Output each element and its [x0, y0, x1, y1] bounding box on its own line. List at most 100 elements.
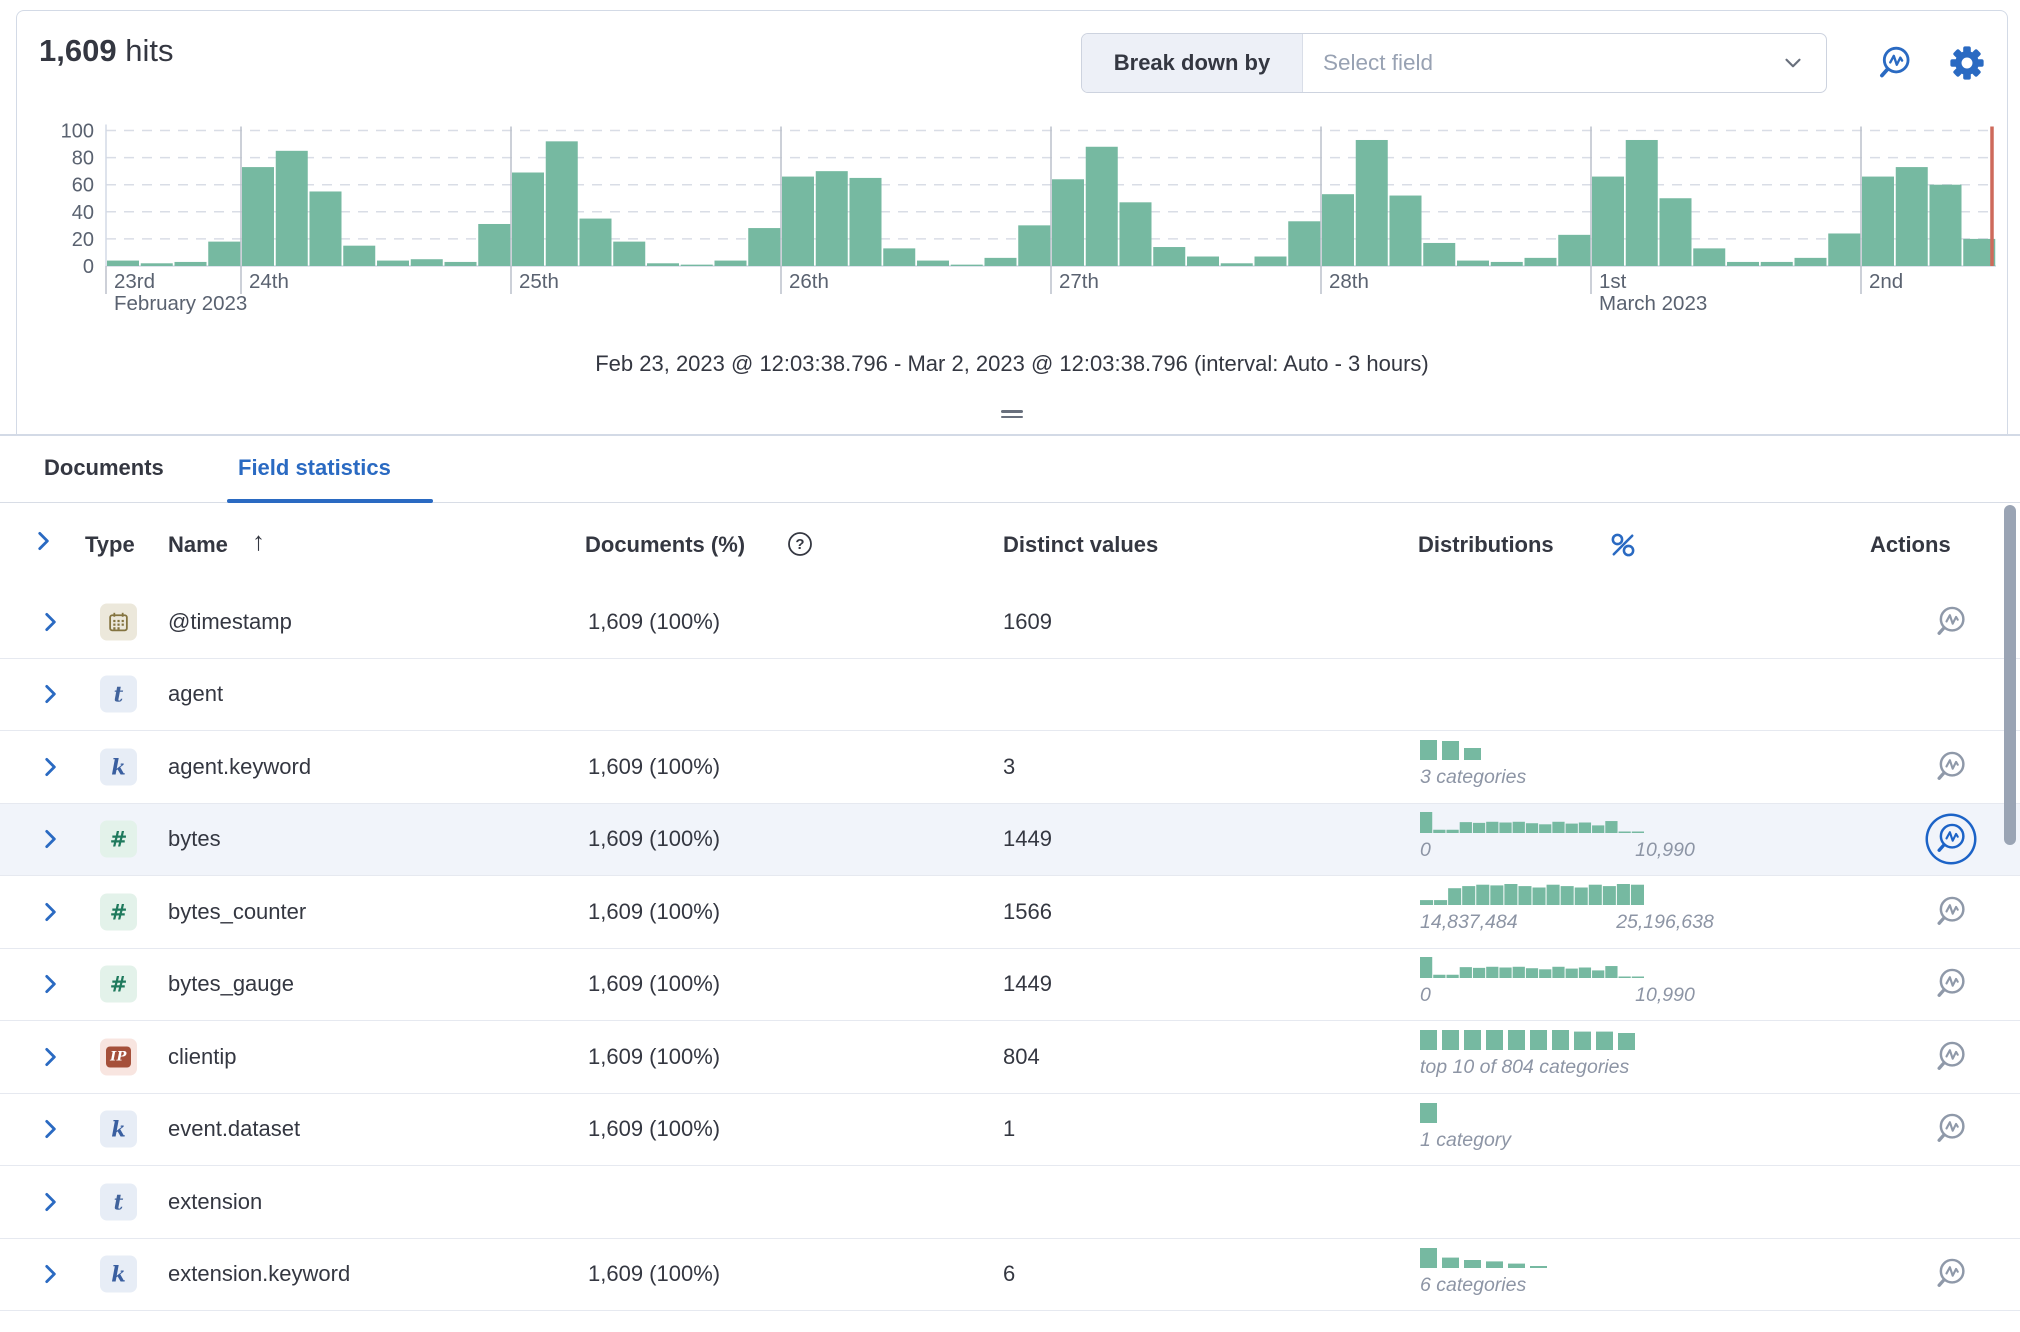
table-row: IP clientip 1,609 (100%) 804 top 10 of 8… [0, 1021, 2020, 1094]
svg-text:25th: 25th [519, 270, 559, 293]
svg-text:2nd: 2nd [1869, 270, 1903, 293]
sort-ascending-icon[interactable]: ↑ [252, 526, 265, 557]
histogram-bar [1693, 248, 1725, 266]
time-range-caption: Feb 23, 2023 @ 12:03:38.796 - Mar 2, 202… [17, 351, 2007, 377]
hits-histogram: 02040608010023rdFebruary 202324th25th26t… [17, 106, 2009, 336]
field-stats-action-button[interactable] [1928, 961, 1974, 1007]
chart-options-button[interactable] [1945, 41, 1989, 85]
breakdown-select[interactable]: Select field [1303, 34, 1826, 92]
expand-row-chevron-icon[interactable] [30, 659, 70, 731]
hits-summary: 1,609 hits [39, 33, 173, 69]
table-scrollbar[interactable] [2004, 505, 2016, 845]
distinct-values: 1609 [1003, 586, 1052, 658]
histogram-bar [1322, 194, 1354, 266]
field-stats-action-button[interactable] [1928, 1106, 1974, 1152]
distributions-toggle-icon[interactable] [1608, 530, 1638, 566]
type-icon: IP [100, 1038, 137, 1075]
column-header-type: Type [85, 532, 135, 558]
expand-row-chevron-icon[interactable] [30, 949, 70, 1021]
field-stats-icon [1933, 604, 1969, 640]
histogram-bar [377, 261, 409, 266]
distribution-cell: 3 categories [1420, 738, 1750, 798]
histogram-bar [1626, 140, 1658, 266]
documents-value: 1,609 (100%) [588, 731, 720, 803]
histogram-bar [343, 246, 375, 266]
expand-row-chevron-icon[interactable] [30, 731, 70, 803]
table-row: t extension [0, 1166, 2020, 1239]
histogram-bar [883, 248, 915, 266]
histogram-bar [1390, 196, 1422, 266]
field-stats-action-button[interactable] [1928, 599, 1974, 645]
breakdown-placeholder: Select field [1323, 50, 1780, 76]
expand-all-chevron-icon[interactable] [30, 528, 56, 560]
histogram-bar [1052, 179, 1084, 266]
distribution-categories [1420, 1028, 1640, 1052]
keyword-type-icon: k [111, 754, 126, 779]
hits-count: 1,609 [39, 33, 117, 68]
field-name: bytes_counter [168, 876, 306, 948]
histogram-bar [951, 265, 983, 266]
histogram-bar [681, 265, 713, 266]
distribution-max-label: 10,990 [1635, 984, 1695, 1007]
type-icon: t [100, 676, 137, 713]
histogram-resize-handle[interactable] [1001, 407, 1023, 421]
field-stats-action-button[interactable] [1928, 1251, 1974, 1297]
breakdown-control: Break down by Select field [1081, 33, 1827, 93]
field-name: extension [168, 1166, 262, 1238]
hits-histogram-svg[interactable]: 02040608010023rdFebruary 202324th25th26t… [17, 106, 2009, 336]
expand-row-chevron-icon[interactable] [30, 586, 70, 658]
tab-field-statistics[interactable]: Field statistics [238, 436, 391, 500]
tab-documents[interactable]: Documents [44, 436, 164, 500]
field-stats-action-button[interactable] [1928, 816, 1974, 862]
column-header-distributions: Distributions [1418, 532, 1554, 558]
expand-row-chevron-icon[interactable] [30, 1094, 70, 1166]
field-stats-action-button[interactable] [1928, 889, 1974, 935]
expand-row-chevron-icon[interactable] [30, 804, 70, 876]
table-row: k agent.keyword 1,609 (100%) 3 3 categor… [0, 731, 2020, 804]
field-stats-icon [1876, 44, 1914, 82]
histogram-bar [816, 171, 848, 266]
svg-text:27th: 27th [1059, 270, 1099, 293]
field-stats-icon [1933, 1039, 1969, 1075]
distribution-histogram [1420, 811, 1645, 835]
distribution-cell [1420, 593, 1750, 653]
svg-text:100: 100 [61, 121, 94, 143]
histogram-bar [1727, 262, 1759, 266]
breakdown-label: Break down by [1082, 34, 1303, 92]
table-row: k extension.keyword 1,609 (100%) 6 6 cat… [0, 1239, 2020, 1312]
field-statistics-toggle-button[interactable] [1873, 41, 1917, 85]
hits-label: hits [125, 33, 173, 68]
field-stats-action-button[interactable] [1928, 744, 1974, 790]
distribution-label: 6 categories [1420, 1274, 1750, 1297]
documents-value: 1,609 (100%) [588, 804, 720, 876]
text-type-icon: t [114, 682, 124, 707]
expand-row-chevron-icon[interactable] [30, 1166, 70, 1238]
histogram-bar [715, 261, 747, 266]
expand-row-chevron-icon[interactable] [30, 1239, 70, 1311]
histogram-bar [1457, 261, 1489, 266]
field-name: agent.keyword [168, 731, 311, 803]
distribution-categories [1420, 738, 1486, 762]
distribution-cell [1420, 1173, 1750, 1233]
svg-text:24th: 24th [249, 270, 289, 293]
histogram-bar [850, 178, 882, 266]
histogram-bar [411, 259, 443, 266]
histogram-bar [478, 224, 510, 266]
distribution-min-label: 0 [1420, 984, 1750, 1007]
expand-row-chevron-icon[interactable] [30, 876, 70, 948]
documents-value: 1,609 (100%) [588, 1239, 720, 1311]
distribution-cell: 1 category [1420, 1101, 1750, 1161]
histogram-bar [242, 167, 274, 266]
field-stats-action-button[interactable] [1928, 1034, 1974, 1080]
column-header-name[interactable]: Name [168, 532, 228, 558]
distribution-histogram [1420, 883, 1645, 907]
documents-help-icon[interactable]: ? [786, 530, 814, 564]
distinct-values: 1 [1003, 1094, 1015, 1166]
expand-row-chevron-icon[interactable] [30, 1021, 70, 1093]
distribution-cell: top 10 of 804 categories [1420, 1028, 1750, 1088]
text-type-icon: t [114, 1189, 124, 1214]
distinct-values: 3 [1003, 731, 1015, 803]
histogram-bar [310, 191, 342, 266]
histogram-bar [1255, 257, 1287, 266]
distribution-cell: 010,990 [1420, 811, 1750, 871]
